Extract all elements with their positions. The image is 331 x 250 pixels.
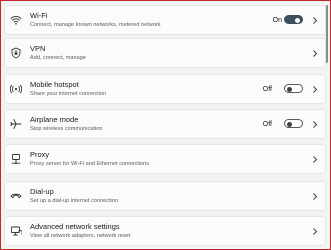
airplane-mode-toggle[interactable]	[284, 119, 303, 128]
setting-title: Dial-up	[30, 187, 54, 196]
setting-row-advanced-network[interactable]: Advanced network settings View all netwo…	[4, 216, 326, 246]
setting-row-vpn[interactable]: VPN Add, connect, manage	[4, 38, 326, 68]
chevron-right-icon[interactable]	[311, 85, 319, 94]
mobile-hotspot-toggle[interactable]	[284, 84, 303, 93]
setting-subtitle: Set up a dial-up internet connection	[30, 198, 119, 204]
airplane-icon	[10, 118, 22, 130]
setting-row-wifi[interactable]: Wi-Fi Connect, manage known networks, me…	[4, 5, 326, 35]
shield-icon	[10, 47, 22, 59]
toggle-knob	[287, 86, 292, 92]
setting-title: VPN	[30, 44, 46, 53]
monitor-icon	[10, 225, 22, 237]
dialup-icon	[10, 190, 22, 202]
chevron-right-icon[interactable]	[311, 16, 319, 25]
setting-title: Proxy	[30, 150, 50, 159]
setting-subtitle: Proxy server for Wi-Fi and Ethernet conn…	[30, 161, 150, 167]
chevron-right-icon[interactable]	[311, 227, 319, 236]
toggle-knob	[287, 121, 292, 127]
toggle-state-label: On	[272, 17, 282, 24]
setting-title: Advanced network settings	[30, 222, 120, 231]
setting-row-proxy[interactable]: Proxy Proxy server for Wi-Fi and Etherne…	[4, 144, 326, 174]
setting-subtitle: Share your internet connection	[30, 91, 107, 97]
setting-subtitle: Stop wireless communication	[30, 126, 103, 132]
setting-title: Mobile hotspot	[30, 80, 79, 89]
toggle-knob	[295, 17, 300, 23]
setting-row-airplane-mode[interactable]: Airplane mode Stop wireless communicatio…	[4, 109, 326, 139]
setting-title: Airplane mode	[30, 115, 79, 124]
chevron-right-icon[interactable]	[311, 49, 319, 58]
settings-window: Wi-Fi Connect, manage known networks, me…	[0, 0, 331, 250]
scrollbar-thumb[interactable]	[326, 5, 328, 63]
toggle-state-label: Off	[262, 121, 272, 128]
setting-subtitle: View all network adapters, network reset	[30, 233, 131, 239]
chevron-right-icon[interactable]	[311, 120, 319, 129]
hotspot-icon	[10, 83, 22, 95]
setting-row-mobile-hotspot[interactable]: Mobile hotspot Share your internet conne…	[4, 74, 326, 104]
chevron-right-icon[interactable]	[311, 155, 319, 164]
wifi-icon	[10, 14, 22, 26]
toggle-state-label: Off	[262, 86, 272, 93]
setting-subtitle: Add, connect, manage	[30, 55, 86, 61]
globe-icon	[10, 153, 22, 165]
setting-title: Wi-Fi	[30, 11, 48, 20]
setting-row-dial-up[interactable]: Dial-up Set up a dial-up internet connec…	[4, 181, 326, 211]
wifi-toggle[interactable]	[284, 15, 303, 24]
chevron-right-icon[interactable]	[311, 192, 319, 201]
setting-subtitle: Connect, manage known networks, metered …	[30, 22, 161, 28]
